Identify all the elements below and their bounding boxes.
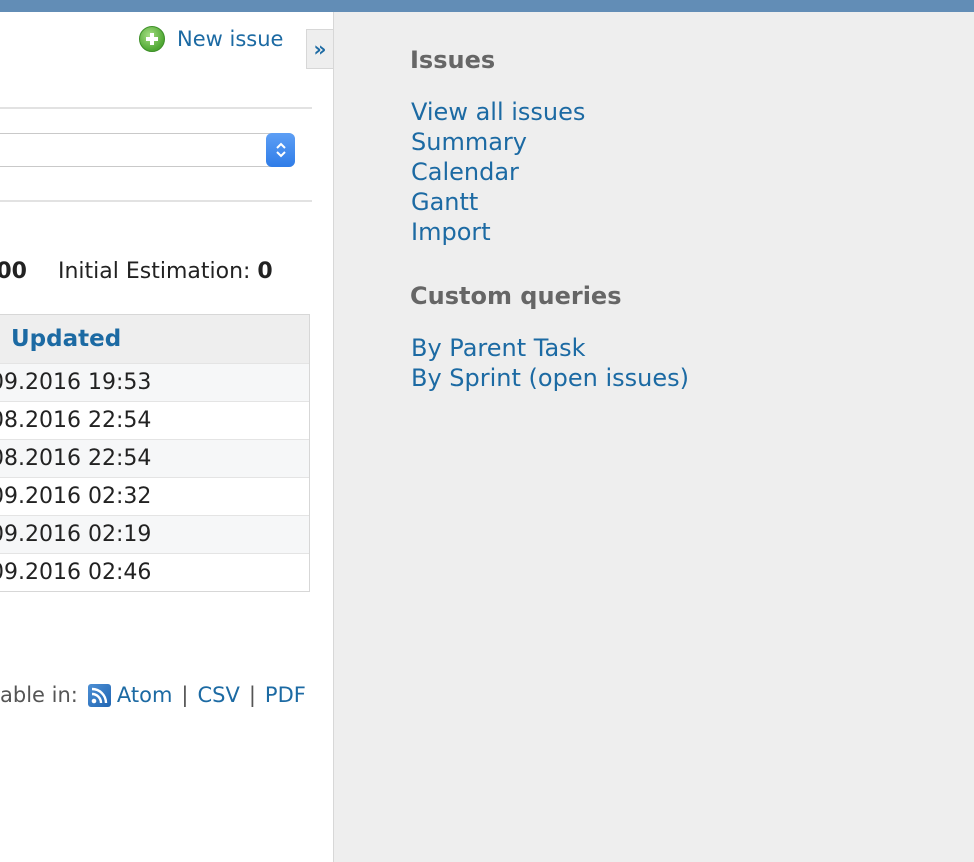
sidebar-link-by-sprint[interactable]: By Sprint (open issues) xyxy=(411,364,689,392)
table-row[interactable]: 09.2016 02:32 xyxy=(0,477,309,515)
new-issue-link[interactable]: New issue xyxy=(139,26,283,52)
updated-cell: 09.2016 19:53 xyxy=(0,370,152,395)
table-header: Updated xyxy=(0,315,309,363)
issues-table: Updated 09.2016 19:53 08.2016 22:54 08.2… xyxy=(0,314,310,592)
add-circle-icon xyxy=(139,26,165,52)
updated-cell: 08.2016 22:54 xyxy=(0,408,152,433)
sidebar-link-gantt[interactable]: Gantt xyxy=(411,188,478,216)
query-select[interactable] xyxy=(0,133,295,167)
updated-cell: 09.2016 02:19 xyxy=(0,522,152,547)
updown-chevron-icon[interactable] xyxy=(266,133,295,167)
sidebar-link-by-parent-task[interactable]: By Parent Task xyxy=(411,334,586,362)
export-pdf-link[interactable]: PDF xyxy=(265,683,306,707)
estimation-label: Initial Estimation: xyxy=(57,259,251,284)
separator: | xyxy=(181,683,189,707)
table-row[interactable]: 08.2016 22:54 xyxy=(0,439,309,477)
sidebar-link-summary[interactable]: Summary xyxy=(411,128,527,156)
totals-summary: .00 Initial Estimation: 0 xyxy=(0,259,273,284)
updated-cell: 09.2016 02:32 xyxy=(0,484,152,509)
export-csv-link[interactable]: CSV xyxy=(197,683,239,707)
rss-icon[interactable] xyxy=(87,683,111,707)
table-row[interactable]: 09.2016 02:19 xyxy=(0,515,309,553)
total-value-fragment: .00 xyxy=(0,259,27,284)
top-header-bar xyxy=(0,0,974,12)
column-header-updated[interactable]: Updated xyxy=(11,326,121,352)
sidebar-issues-heading: Issues xyxy=(410,46,496,74)
divider xyxy=(0,200,312,202)
table-row[interactable]: 09.2016 19:53 xyxy=(0,363,309,401)
sidebar-link-import[interactable]: Import xyxy=(411,218,491,246)
table-row[interactable]: 08.2016 22:54 xyxy=(0,401,309,439)
new-issue-label: New issue xyxy=(177,27,284,51)
separator: | xyxy=(248,683,256,707)
sidebar-link-view-all-issues[interactable]: View all issues xyxy=(411,98,585,126)
estimation-value: 0 xyxy=(257,259,273,284)
export-atom-link[interactable]: Atom xyxy=(117,683,173,707)
sidebar-custom-queries-heading: Custom queries xyxy=(410,282,622,310)
export-label: able in: xyxy=(0,683,78,707)
updated-cell: 09.2016 02:46 xyxy=(0,560,152,585)
table-row[interactable]: 09.2016 02:46 xyxy=(0,553,309,591)
sidebar-toggle-button[interactable]: » xyxy=(306,29,333,69)
export-formats: able in: Atom | CSV | PDF xyxy=(0,683,306,707)
updated-cell: 08.2016 22:54 xyxy=(0,446,152,471)
sidebar-link-calendar[interactable]: Calendar xyxy=(411,158,519,186)
divider xyxy=(0,107,312,109)
